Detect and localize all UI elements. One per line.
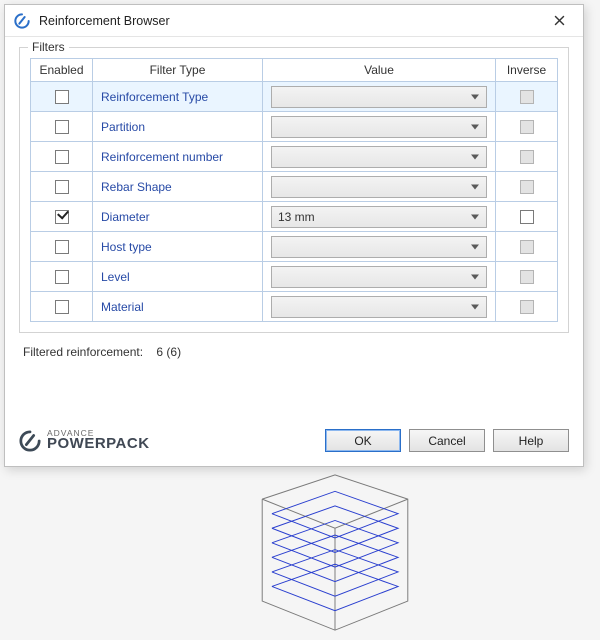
filter-type-label: Rebar Shape	[101, 180, 172, 194]
filtered-summary-count: 6 (6)	[156, 345, 181, 359]
table-row[interactable]: Rebar Shape	[31, 172, 558, 202]
inverse-checkbox	[520, 90, 534, 104]
filter-type-label: Diameter	[101, 210, 150, 224]
background-rebar-drawing	[250, 470, 420, 635]
enabled-checkbox[interactable]	[55, 300, 69, 314]
brand-logo: ADVANCE POWERPACK	[19, 429, 317, 451]
filter-type-label: Reinforcement Type	[101, 90, 208, 104]
table-row[interactable]: Partition	[31, 112, 558, 142]
table-row[interactable]: Level	[31, 262, 558, 292]
inverse-checkbox	[520, 300, 534, 314]
header-enabled[interactable]: Enabled	[31, 59, 93, 82]
filter-type-label: Reinforcement number	[101, 150, 223, 164]
enabled-checkbox[interactable]	[55, 90, 69, 104]
titlebar: Reinforcement Browser	[5, 5, 583, 37]
table-row[interactable]: Host type	[31, 232, 558, 262]
app-icon	[13, 12, 31, 30]
close-icon	[554, 15, 565, 26]
value-combobox[interactable]	[271, 176, 487, 198]
filter-type-label: Partition	[101, 120, 145, 134]
enabled-checkbox[interactable]	[55, 180, 69, 194]
table-row[interactable]: Reinforcement Type	[31, 82, 558, 112]
filter-type-label: Level	[101, 270, 130, 284]
filter-type-label: Host type	[101, 240, 152, 254]
enabled-checkbox[interactable]	[55, 210, 69, 224]
value-combobox[interactable]	[271, 296, 487, 318]
dialog-footer: ADVANCE POWERPACK OK Cancel Help	[5, 419, 583, 466]
inverse-checkbox	[520, 120, 534, 134]
brand-icon	[19, 430, 41, 452]
filters-table: Enabled Filter Type Value Inverse Reinfo…	[30, 58, 558, 322]
header-inverse[interactable]: Inverse	[496, 59, 558, 82]
filter-type-label: Material	[101, 300, 144, 314]
table-row[interactable]: Material	[31, 292, 558, 322]
enabled-checkbox[interactable]	[55, 150, 69, 164]
inverse-checkbox	[520, 180, 534, 194]
brand-large-text: POWERPACK	[47, 437, 150, 451]
help-button[interactable]: Help	[493, 429, 569, 452]
table-row[interactable]: Reinforcement number	[31, 142, 558, 172]
filters-group-label: Filters	[28, 40, 69, 54]
value-combobox[interactable]	[271, 236, 487, 258]
dialog-body: Filters Enabled Filter Type Value Invers…	[5, 37, 583, 419]
value-combobox[interactable]	[271, 116, 487, 138]
inverse-checkbox	[520, 270, 534, 284]
value-combobox[interactable]	[271, 146, 487, 168]
filtered-summary-label: Filtered reinforcement:	[23, 345, 143, 359]
reinforcement-browser-dialog: Reinforcement Browser Filters Enabled Fi…	[4, 4, 584, 467]
table-row[interactable]: Diameter 13 mm	[31, 202, 558, 232]
ok-button[interactable]: OK	[325, 429, 401, 452]
cancel-button[interactable]: Cancel	[409, 429, 485, 452]
header-value[interactable]: Value	[263, 59, 496, 82]
header-type[interactable]: Filter Type	[93, 59, 263, 82]
inverse-checkbox	[520, 240, 534, 254]
enabled-checkbox[interactable]	[55, 120, 69, 134]
value-combobox[interactable]	[271, 266, 487, 288]
value-combobox[interactable]	[271, 86, 487, 108]
window-title: Reinforcement Browser	[39, 14, 541, 28]
filtered-summary: Filtered reinforcement: 6 (6)	[19, 345, 569, 359]
value-combobox[interactable]: 13 mm	[271, 206, 487, 228]
inverse-checkbox[interactable]	[520, 210, 534, 224]
inverse-checkbox	[520, 150, 534, 164]
enabled-checkbox[interactable]	[55, 270, 69, 284]
enabled-checkbox[interactable]	[55, 240, 69, 254]
value-combobox-text: 13 mm	[278, 210, 315, 224]
close-button[interactable]	[541, 7, 577, 35]
filters-group: Filters Enabled Filter Type Value Invers…	[19, 47, 569, 333]
